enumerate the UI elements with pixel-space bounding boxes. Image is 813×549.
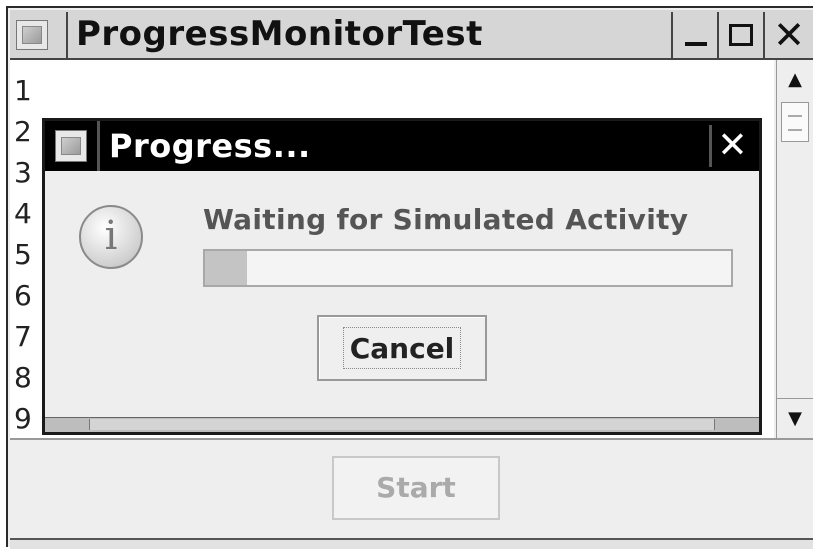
- horizontal-scrollbar[interactable]: [45, 417, 759, 432]
- window-titlebar[interactable]: ProgressMonitorTest ✕: [10, 10, 813, 60]
- dialog-close-icon[interactable]: ✕: [709, 125, 753, 167]
- maximize-button[interactable]: [717, 12, 763, 58]
- text-line: 7: [14, 320, 32, 353]
- vertical-scrollbar[interactable]: ▲ ▼: [776, 60, 813, 438]
- dialog-title: Progress...: [109, 127, 311, 165]
- maximize-icon: [719, 12, 763, 58]
- title-separator: [66, 12, 68, 58]
- dialog-app-icon[interactable]: [55, 130, 87, 162]
- scroll-down-arrow-icon[interactable]: ▼: [777, 398, 813, 438]
- text-line: 3: [14, 156, 32, 189]
- window-title: ProgressMonitorTest: [76, 14, 483, 54]
- dialog-title-separator: [97, 121, 100, 171]
- text-line: 8: [14, 361, 32, 394]
- text-line: 6: [14, 279, 32, 312]
- progress-dialog: Progress... ✕ i Waiting for Simulated Ac…: [42, 118, 762, 435]
- text-line: 9: [14, 402, 32, 435]
- text-line: 4: [14, 197, 32, 230]
- info-icon: i: [79, 205, 143, 269]
- app-icon[interactable]: [16, 20, 48, 50]
- minimize-button[interactable]: [671, 12, 717, 58]
- progress-bar: [203, 249, 733, 287]
- start-button[interactable]: Start: [332, 456, 500, 520]
- horizontal-scroll-thumb[interactable]: [89, 419, 715, 430]
- cancel-button-label: Cancel: [343, 327, 461, 369]
- scroll-thumb[interactable]: [781, 102, 809, 142]
- close-button[interactable]: ✕: [763, 12, 813, 58]
- cancel-button[interactable]: Cancel: [317, 315, 487, 381]
- window-bottom-edge: [10, 538, 813, 549]
- button-panel: Start: [10, 438, 813, 538]
- text-line: 2: [14, 115, 32, 148]
- scroll-up-arrow-icon[interactable]: ▲: [777, 60, 813, 100]
- minimize-icon: [673, 12, 717, 58]
- progress-message: Waiting for Simulated Activity: [203, 203, 689, 236]
- text-line: 1: [14, 74, 32, 107]
- text-line: 5: [14, 238, 32, 271]
- close-icon: ✕: [773, 13, 805, 57]
- progress-bar-fill: [205, 251, 248, 285]
- dialog-titlebar[interactable]: Progress... ✕: [45, 121, 759, 171]
